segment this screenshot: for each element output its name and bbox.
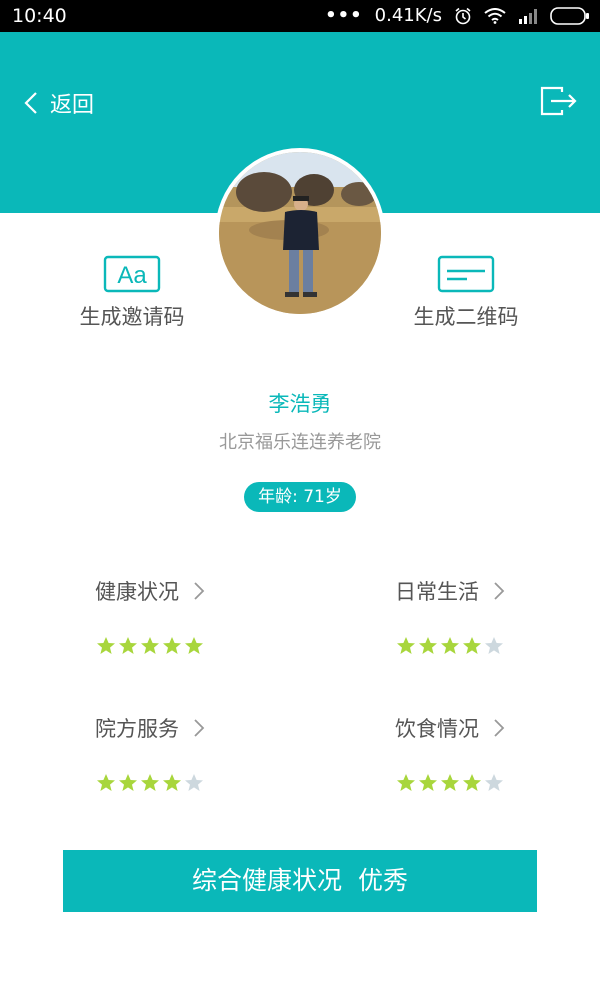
back-label: 返回: [50, 93, 95, 118]
star-empty-icon: [485, 637, 503, 654]
star-filled-icon: [163, 774, 181, 791]
daily-life-link[interactable]: 日常生活: [360, 576, 540, 606]
star-rating: [60, 773, 240, 793]
diet-link[interactable]: 饮食情况: [360, 713, 540, 743]
back-button[interactable]: 返回: [22, 87, 94, 119]
star-filled-icon: [185, 637, 203, 654]
star-filled-icon: [141, 637, 159, 654]
invite-code-icon: Aa: [103, 255, 161, 293]
star-filled-icon: [463, 774, 481, 791]
signal-icon: [519, 8, 537, 24]
star-filled-icon: [441, 774, 459, 791]
battery-icon: [550, 6, 589, 25]
star-filled-icon: [419, 774, 437, 791]
avatar[interactable]: [219, 152, 381, 314]
status-time: 10:40: [12, 5, 67, 27]
invite-code-label: 生成邀请码: [79, 305, 185, 329]
star-filled-icon: [141, 774, 159, 791]
generate-invite-code-button[interactable]: Aa 生成邀请码: [62, 255, 202, 331]
alarm-icon: [455, 7, 471, 24]
generate-qrcode-button[interactable]: 生成二维码: [396, 255, 536, 331]
avatar-photo: [219, 152, 381, 314]
facility-service-link[interactable]: 院方服务: [60, 713, 240, 743]
chevron-right-icon: [194, 719, 205, 737]
chevron-left-icon: [24, 92, 37, 114]
rating-diet: 饮食情况: [360, 713, 540, 793]
chevron-right-icon: [494, 582, 505, 600]
rating-health: 健康状况: [60, 576, 240, 656]
star-filled-icon: [97, 774, 115, 791]
card-icon: [437, 255, 495, 293]
rating-daily-life: 日常生活: [360, 576, 540, 656]
star-rating: [60, 636, 240, 656]
chevron-right-icon: [494, 719, 505, 737]
star-filled-icon: [163, 637, 181, 654]
overall-health-summary[interactable]: 综合健康状况 优秀: [63, 850, 537, 912]
star-filled-icon: [419, 637, 437, 654]
star-filled-icon: [97, 637, 115, 654]
profile-name: 李浩勇: [268, 392, 332, 416]
star-filled-icon: [119, 774, 137, 791]
svg-text:Aa: Aa: [117, 262, 147, 289]
star-filled-icon: [463, 637, 481, 654]
rating-label: 日常生活: [395, 580, 479, 604]
star-rating: [360, 773, 540, 793]
star-filled-icon: [441, 637, 459, 654]
chevron-right-icon: [194, 582, 205, 600]
star-filled-icon: [397, 637, 415, 654]
profile-organization: 北京福乐连连养老院: [219, 432, 381, 453]
rating-label: 饮食情况: [395, 717, 479, 741]
age-badge: 年龄: 71岁: [244, 482, 356, 512]
wifi-icon: [484, 7, 506, 24]
summary-label: 综合健康状况: [192, 866, 343, 895]
star-filled-icon: [397, 774, 415, 791]
more-notifications-icon: •••: [325, 5, 363, 26]
star-empty-icon: [485, 774, 503, 791]
qrcode-label: 生成二维码: [413, 305, 519, 329]
star-rating: [360, 636, 540, 656]
rating-facility-service: 院方服务: [60, 713, 240, 793]
rating-label: 院方服务: [95, 717, 179, 741]
logout-icon[interactable]: [540, 86, 578, 116]
summary-value: 优秀: [357, 866, 408, 895]
network-speed: 0.41K/s: [374, 5, 442, 26]
star-empty-icon: [185, 774, 203, 791]
health-status-link[interactable]: 健康状况: [60, 576, 240, 606]
star-filled-icon: [119, 637, 137, 654]
status-icons: ••• 0.41K/s: [325, 5, 590, 26]
status-bar: 10:40 ••• 0.41K/s: [0, 0, 600, 32]
rating-label: 健康状况: [95, 580, 179, 604]
